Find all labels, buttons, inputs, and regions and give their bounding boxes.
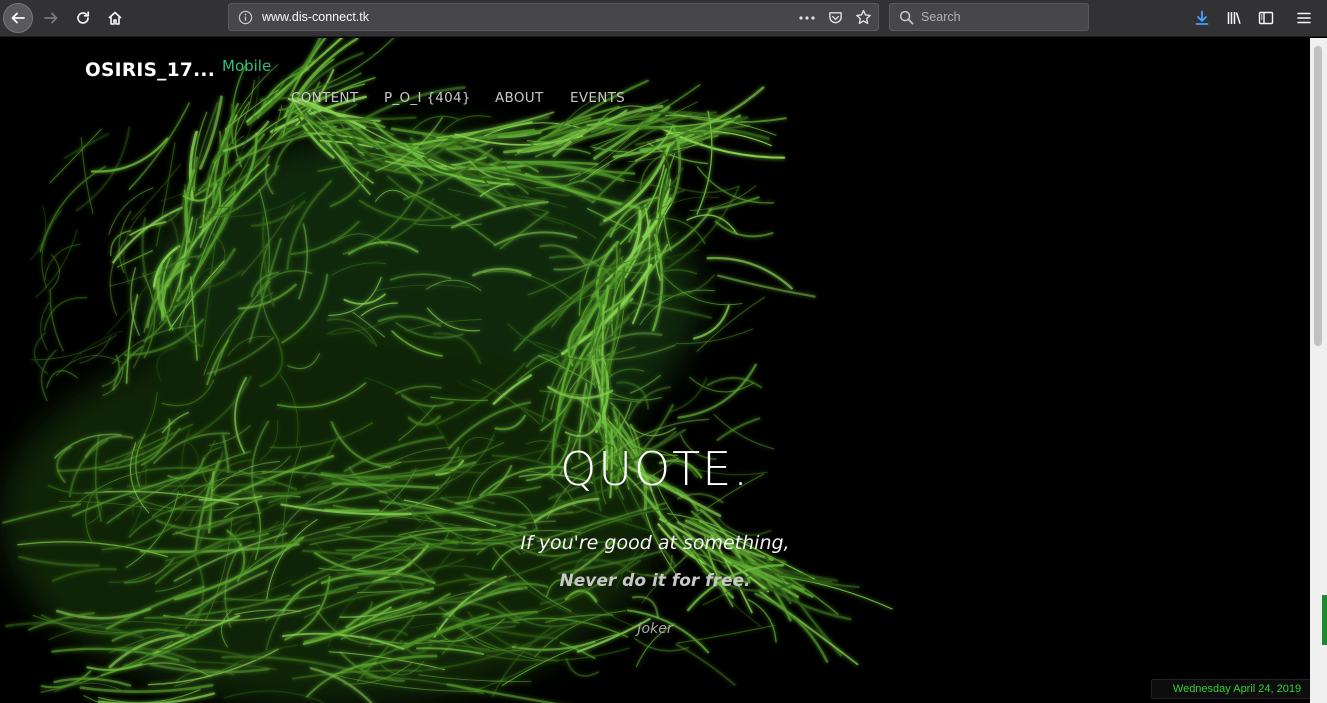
fur-strand — [49, 290, 64, 352]
sidebar-icon — [1258, 11, 1274, 25]
fur-strand — [716, 274, 816, 298]
date-badge: Wednesday April 24, 2019 — [1151, 679, 1323, 699]
download-icon — [1195, 10, 1209, 25]
fur-strand — [30, 205, 46, 261]
library-button[interactable] — [1220, 4, 1248, 32]
search-bar[interactable]: Search — [889, 3, 1089, 31]
edge-decoration — [1322, 595, 1327, 645]
sidebar-button[interactable] — [1252, 4, 1280, 32]
fur-strand — [40, 349, 57, 402]
reload-icon — [77, 11, 90, 24]
fur-strand — [49, 128, 102, 184]
forward-button[interactable] — [37, 4, 65, 32]
quote-author: Joker — [637, 621, 673, 637]
fur-strand — [696, 166, 775, 204]
search-icon — [899, 10, 914, 25]
fur-strand — [624, 421, 676, 437]
fur-strand — [693, 304, 730, 340]
site-brand[interactable]: OSIRIS_17... — [85, 60, 215, 81]
fur-strand — [44, 243, 81, 281]
library-icon — [1227, 12, 1241, 24]
fur-strand — [56, 355, 122, 376]
browser-toolbar: www.dis-connect.tk Search — [0, 0, 1327, 37]
wolf-hero-image — [0, 38, 893, 703]
fur-strand — [63, 132, 110, 160]
search-input[interactable]: Search — [921, 10, 961, 24]
fur-strand — [668, 377, 708, 413]
home-button[interactable] — [101, 4, 129, 32]
quote-title: QUOTE. — [560, 442, 750, 496]
pocket-icon[interactable] — [828, 10, 843, 25]
web-page: OSIRIS_17... Mobile CONTENT P_O_I {404} … — [0, 38, 1310, 703]
quote-line-2: Never do it for free. — [559, 571, 751, 591]
fur-strand — [90, 137, 169, 173]
fur-strand — [39, 165, 107, 253]
nav-item-about[interactable]: ABOUT — [495, 90, 544, 106]
more-actions-icon[interactable] — [798, 15, 816, 21]
scrollbar-thumb[interactable] — [1314, 46, 1322, 346]
fur-strand — [716, 417, 761, 442]
downloads-button[interactable] — [1188, 4, 1216, 32]
nav-item-poi[interactable]: P_O_I {404} — [384, 90, 471, 106]
fur-strand — [696, 296, 766, 352]
info-icon[interactable] — [238, 10, 253, 25]
home-icon — [108, 11, 122, 25]
url-text: www.dis-connect.tk — [262, 10, 369, 24]
quote-line-1: If you're good at something, — [520, 532, 790, 554]
fur-strand — [706, 376, 763, 389]
bookmark-star-icon[interactable] — [855, 9, 872, 26]
reload-button[interactable] — [69, 4, 97, 32]
fur-strand — [634, 637, 689, 652]
nav-item-events[interactable]: EVENTS — [570, 90, 625, 106]
fur-strand — [565, 658, 600, 677]
back-button[interactable] — [3, 3, 33, 33]
arrow-left-icon — [11, 12, 25, 24]
site-brand-subtitle[interactable]: Mobile — [222, 57, 271, 75]
nav-item-content[interactable]: CONTENT — [291, 90, 358, 106]
arrow-right-icon — [44, 12, 58, 24]
fur-strand — [33, 332, 49, 375]
fur-strand — [714, 220, 774, 238]
url-bar[interactable]: www.dis-connect.tk — [228, 3, 879, 31]
fur-strand — [46, 370, 78, 389]
menu-button[interactable] — [1290, 4, 1318, 32]
hamburger-menu-icon — [1297, 12, 1311, 24]
